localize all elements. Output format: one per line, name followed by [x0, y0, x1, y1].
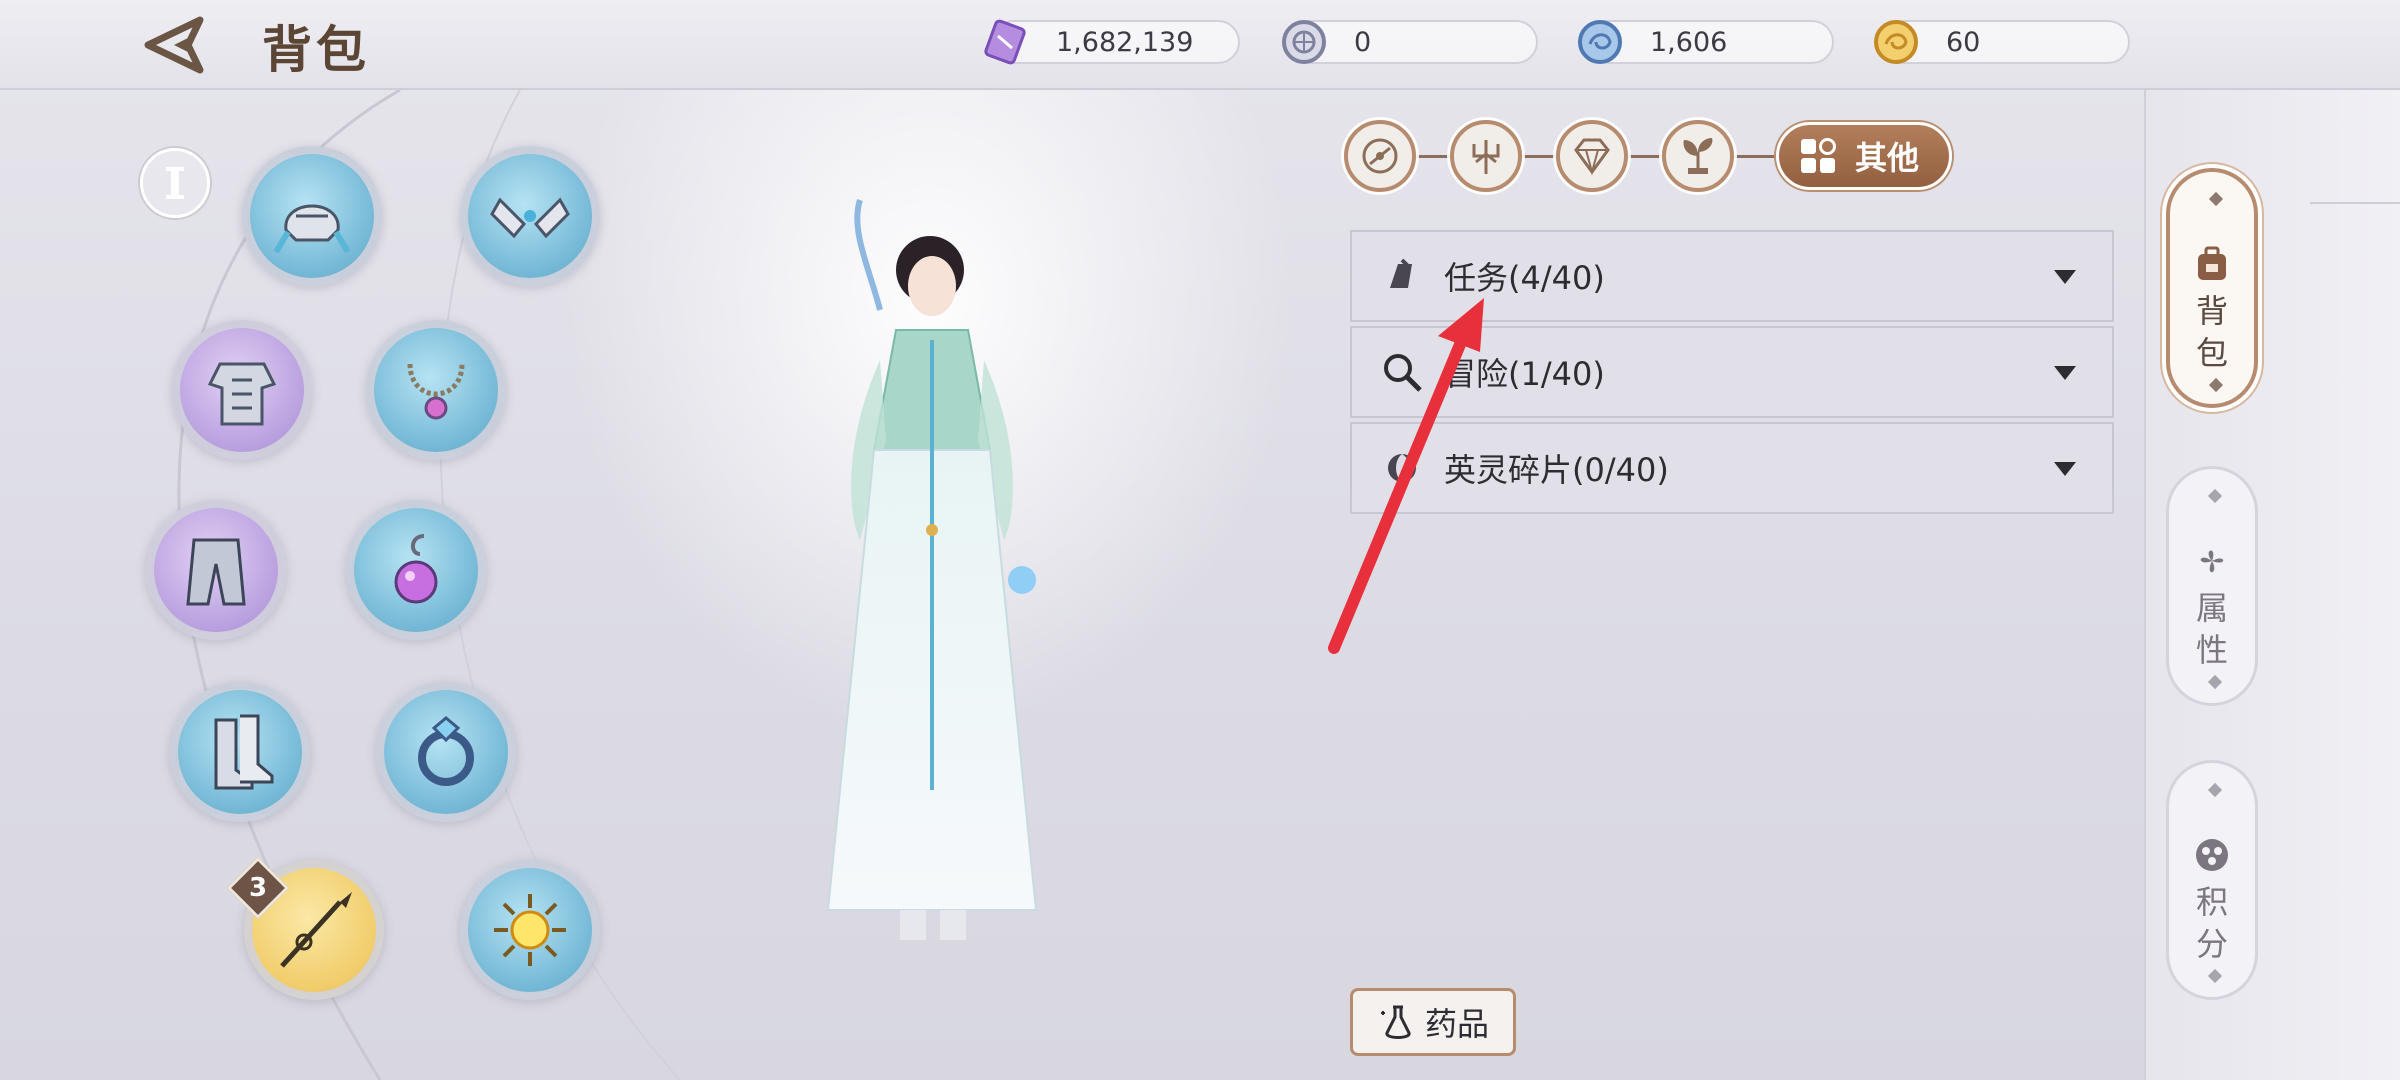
chest-armor-icon	[207, 362, 277, 426]
pants-icon	[186, 538, 246, 606]
side-tab-label: 属性	[2195, 589, 2228, 669]
category-row-spirit-fragments[interactable]: 英灵碎片(0/40)	[1350, 422, 2114, 514]
category-row-adventure[interactable]: 冒险(1/40)	[1350, 326, 2114, 418]
back-button[interactable]	[140, 14, 220, 76]
trident-icon	[1472, 140, 1500, 174]
diamond-ornament	[2207, 782, 2223, 798]
diamond-ornament	[2208, 377, 2224, 393]
spear-icon	[280, 892, 352, 968]
equip-slot-earring[interactable]	[346, 500, 486, 640]
category-tab-other[interactable]: 其他	[1776, 122, 1952, 190]
sun-orb-icon	[494, 894, 566, 966]
silver-coin-icon	[1282, 20, 1326, 64]
side-tab-label: 背包	[2195, 292, 2228, 372]
ring-icon	[418, 716, 474, 786]
points-icon	[2196, 839, 2228, 871]
diamond-ornament	[2207, 488, 2223, 504]
gloves-icon	[490, 197, 570, 239]
earring-icon	[394, 534, 438, 604]
category-row-label: 英灵碎片(0/40)	[1444, 451, 1669, 489]
helmet-icon	[273, 204, 351, 254]
currency-gold[interactable]: 60	[1874, 20, 2130, 64]
expand-arrow-icon	[2054, 366, 2076, 380]
info-button[interactable]	[140, 148, 210, 218]
gold-coin-icon	[1874, 20, 1918, 64]
diamond-ornament	[2208, 191, 2224, 207]
sprout-icon	[1683, 138, 1713, 174]
side-tab-label: 积分	[2195, 883, 2228, 963]
side-divider	[2310, 202, 2400, 204]
currency-value: 1,682,139	[1056, 26, 1194, 58]
diamond-ornament	[2207, 968, 2223, 984]
weapon-level-badge: 3	[248, 873, 268, 903]
medicine-button[interactable]: 药品	[1350, 988, 1516, 1056]
expand-arrow-icon	[2054, 462, 2076, 476]
back-arrow-icon	[144, 16, 204, 74]
category-row-label: 任务(4/40)	[1444, 259, 1605, 297]
equip-slot-gloves[interactable]	[460, 146, 600, 286]
purple-crystal-icon	[984, 19, 1026, 65]
scroll-icon	[1390, 258, 1412, 288]
blue-coin-icon	[1578, 20, 1622, 64]
compass-icon	[1362, 138, 1398, 174]
equip-slot-boots[interactable]	[170, 682, 310, 822]
top-bar: 背包 1,682,139 0 1,606 60	[0, 0, 2400, 90]
side-tab-bag[interactable]: 背包	[2166, 168, 2258, 408]
category-tab-label: 其他	[1855, 139, 1920, 177]
side-tab-attributes[interactable]: 属性	[2166, 466, 2258, 706]
category-row-label: 冒险(1/40)	[1444, 355, 1605, 393]
equip-slot-ring[interactable]	[376, 682, 516, 822]
gem-icon	[1574, 138, 1610, 176]
boots-icon	[214, 714, 274, 790]
currency-crystal[interactable]: 1,682,139	[984, 19, 1240, 65]
currency-blue[interactable]: 1,606	[1578, 20, 1834, 64]
category-tab-2[interactable]	[1450, 120, 1522, 192]
expand-arrow-icon	[2054, 270, 2076, 284]
magnifier-icon	[1384, 354, 1422, 392]
category-tab-4[interactable]	[1662, 120, 1734, 192]
category-tab-3[interactable]	[1556, 120, 1628, 192]
equip-slot-necklace[interactable]	[366, 320, 506, 460]
category-tab-1[interactable]	[1344, 120, 1416, 192]
currency-value: 60	[1946, 26, 1981, 58]
potion-icon	[1380, 1005, 1411, 1039]
equip-slot-helmet[interactable]	[242, 146, 382, 286]
currency-value: 0	[1354, 26, 1372, 58]
equip-slot-armor[interactable]	[172, 320, 312, 460]
page-title: 背包	[262, 21, 370, 79]
equip-slot-orb[interactable]	[460, 860, 600, 1000]
info-icon	[166, 167, 184, 199]
pinwheel-icon	[2200, 550, 2224, 573]
spirit-icon	[1388, 454, 1416, 482]
side-tab-points[interactable]: 积分	[2166, 760, 2258, 1000]
currency-value: 1,606	[1650, 26, 1728, 58]
backpack-icon	[2198, 246, 2226, 280]
grid-icon	[1801, 138, 1836, 173]
character-model	[826, 199, 1038, 940]
diamond-ornament	[2207, 674, 2223, 690]
currency-silver[interactable]: 0	[1282, 20, 1538, 64]
medicine-button-label: 药品	[1424, 1005, 1489, 1043]
equip-slot-pants[interactable]	[146, 500, 286, 640]
necklace-icon	[407, 363, 465, 420]
category-row-task[interactable]: 任务(4/40)	[1350, 230, 2114, 322]
